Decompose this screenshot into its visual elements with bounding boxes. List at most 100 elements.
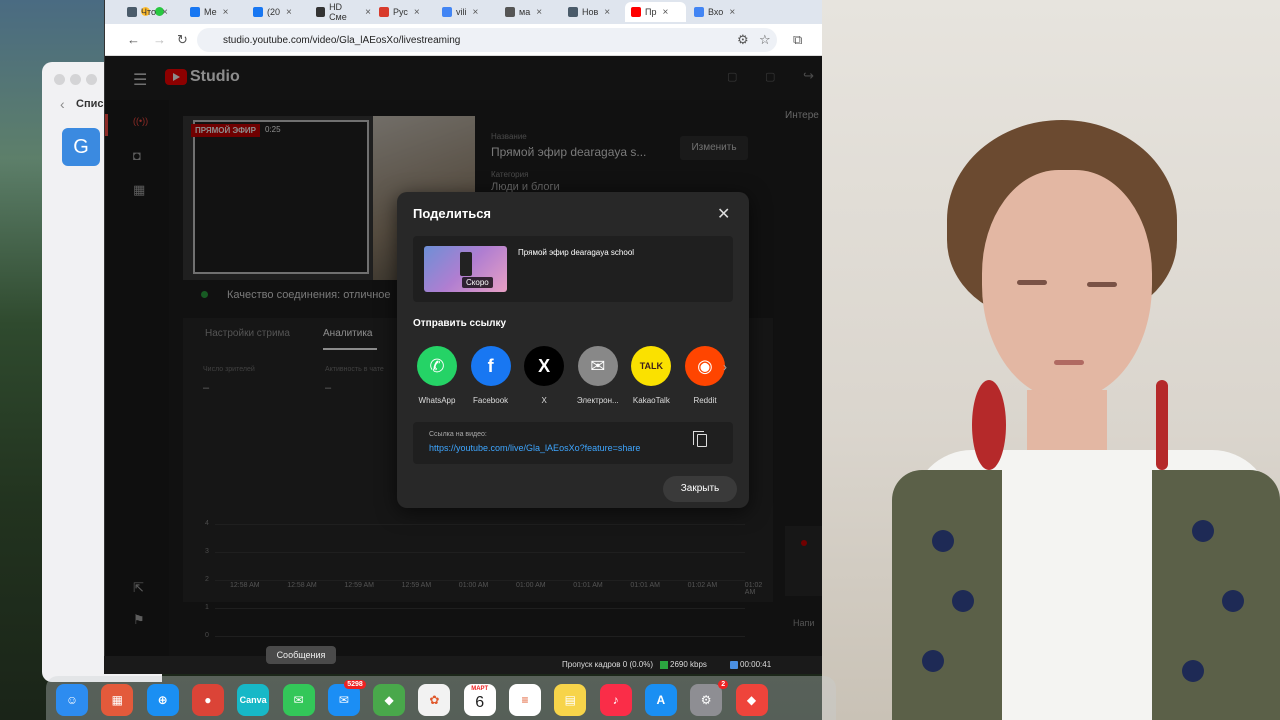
tab-close-icon[interactable]: × (365, 7, 371, 18)
google-tile[interactable]: G (62, 128, 100, 166)
bookmark-star-icon[interactable]: ☆ (759, 32, 771, 48)
dock-mail-icon[interactable]: ✉ 5298 (327, 680, 366, 716)
browser-tab[interactable]: ма × (499, 2, 560, 22)
link-label: Ссылка на видео: (429, 431, 487, 438)
dock-glyph: ♪ (612, 693, 619, 707)
person-eye (1017, 280, 1047, 285)
browser-tab[interactable]: HD Сме × (310, 2, 371, 22)
stream-time: 00:00:41 (740, 660, 772, 669)
tab-label: Вхо (708, 7, 724, 17)
calendar-month: МАРТ (471, 686, 489, 692)
video-link[interactable]: https://youtube.com/live/Gla_lAEosXo?fea… (429, 443, 640, 453)
share-target-email[interactable]: ✉ Электрон... (571, 346, 625, 405)
dock-settings-icon[interactable]: ⚙ 2 (690, 680, 729, 716)
bitrate-icon (660, 661, 668, 669)
browser-tab[interactable]: Рус × (373, 2, 434, 22)
browser-tab[interactable]: Ме × (184, 2, 245, 22)
tab-bar: Что × Ме × (20 × HD Сме × Рус × vili × ма × Нов × Пр × Вхо… (105, 0, 823, 24)
email-icon: ✉ (577, 346, 618, 386)
tab-close-icon[interactable]: × (729, 7, 735, 18)
person-earring (1156, 380, 1168, 470)
tab-close-icon[interactable]: × (662, 7, 668, 18)
video-thumbnail: Скоро (424, 246, 507, 292)
webcam-feed (822, 0, 1280, 720)
dock-music-icon[interactable]: ♪ (599, 684, 632, 716)
youtube-studio: ☰ Studio ▢ ▢ ↪ ((•)) ◘ ▦ ⇱ ⚑ ПРЯМОЙ ЭФИР… (105, 56, 823, 674)
browser-tab[interactable]: Что × (121, 2, 182, 22)
share-target-kakaotalk[interactable]: TALK KakaoTalk (624, 346, 678, 405)
tab-favicon-icon (379, 7, 389, 17)
browser-tab[interactable]: Нов × (562, 2, 623, 22)
tab-close-icon[interactable]: × (414, 7, 420, 18)
browser-tab[interactable]: Вхо × (688, 2, 749, 22)
back-icon[interactable]: ‹ (60, 96, 65, 112)
dock-maps-icon[interactable]: ◆ (373, 684, 406, 716)
tab-close-icon[interactable]: × (162, 7, 168, 18)
dock-canva-icon[interactable]: Canva (237, 684, 270, 716)
dock-glyph: ⚙ (700, 693, 712, 707)
dock-glyph: ▤ (564, 693, 576, 707)
reddit-icon: ◉ (685, 346, 725, 386)
copy-icon[interactable] (693, 431, 707, 447)
tab-favicon-icon (631, 7, 641, 17)
share-target-label: WhatsApp (418, 396, 456, 405)
dock-calendar-icon[interactable]: МАРТ 6 (463, 684, 496, 716)
dock-glyph: ☺ (65, 693, 79, 707)
tab-close-icon[interactable]: × (286, 7, 292, 18)
close-button[interactable]: Закрыть (663, 476, 737, 502)
dock-notes-icon[interactable]: ▤ (554, 684, 587, 716)
dock-messages-icon[interactable]: ✉ (282, 684, 315, 716)
dock-reminders-icon[interactable]: ≡ (509, 684, 541, 716)
share-target-label: Facebook (473, 396, 509, 405)
dock-finder-icon[interactable]: ☺ (56, 684, 88, 716)
notification-badge: 2 (718, 680, 729, 689)
share-target-reddit[interactable]: ◉ Reddit (678, 346, 732, 405)
browser-tab[interactable]: vili × (436, 2, 497, 22)
tab-label: Ме (204, 7, 217, 17)
dock-safari-icon[interactable]: ⊕ (146, 684, 179, 716)
dock-glyph: ● (204, 693, 212, 707)
dock-glyph: ✉ (293, 693, 304, 707)
person-earring (972, 380, 1006, 470)
browser-tab[interactable]: (20 × (247, 2, 308, 22)
send-link-label: Отправить ссылку (413, 318, 507, 329)
forward-arrow-icon[interactable]: → (153, 32, 166, 47)
share-target-x[interactable]: XX (517, 346, 571, 405)
dock-appstore-icon[interactable]: A (644, 684, 677, 716)
close-icon[interactable]: ✕ (717, 204, 730, 224)
share-target-label: Reddit (693, 396, 717, 405)
dock-glyph: Canva (239, 695, 267, 705)
dock-anydesk-icon[interactable]: ◆ (735, 684, 768, 716)
dock-chrome-icon[interactable]: ● (191, 684, 224, 716)
dock-glyph: ◆ (746, 693, 757, 707)
person-eye (1087, 282, 1117, 287)
stream-time-icon (730, 661, 738, 669)
tab-favicon-icon (568, 7, 578, 17)
tab-close-icon[interactable]: × (536, 7, 542, 18)
dock-glyph: ◆ (384, 693, 394, 707)
back-arrow-icon[interactable]: ← (127, 32, 140, 47)
tab-label: HD Сме (329, 2, 347, 22)
tab-close-icon[interactable]: × (604, 7, 610, 18)
url-field[interactable]: studio.youtube.com/video/Gla_lAEosXo/liv… (197, 28, 777, 52)
dock-photos-icon[interactable]: ✿ (418, 684, 451, 716)
tab-label: Пр (645, 7, 657, 17)
tune-icon[interactable]: ⚙ (737, 32, 749, 48)
extensions-icon[interactable]: ⧉ (793, 32, 802, 48)
share-target-whatsapp[interactable]: ✆ WhatsApp (410, 346, 464, 405)
dock-launchpad-icon[interactable]: ▦ (101, 684, 134, 716)
tab-favicon-icon (190, 7, 200, 17)
kakaotalk-icon: TALK (631, 346, 672, 386)
tab-close-icon[interactable]: × (473, 7, 479, 18)
notification-badge: 5298 (344, 680, 366, 689)
reload-icon[interactable]: ↻ (177, 32, 188, 48)
dock-glyph: ✉ (338, 693, 349, 707)
browser-tab[interactable]: Пр × (625, 2, 686, 22)
share-target-facebook[interactable]: f Facebook (464, 346, 518, 405)
phone-image (460, 252, 472, 276)
video-card: Скоро Прямой эфир dearagaya school (413, 236, 733, 302)
facebook-icon: f (470, 346, 511, 386)
chevron-right-icon[interactable]: › (723, 360, 727, 374)
tab-close-icon[interactable]: × (223, 7, 229, 18)
video-title: Прямой эфир dearagaya school (518, 248, 635, 257)
